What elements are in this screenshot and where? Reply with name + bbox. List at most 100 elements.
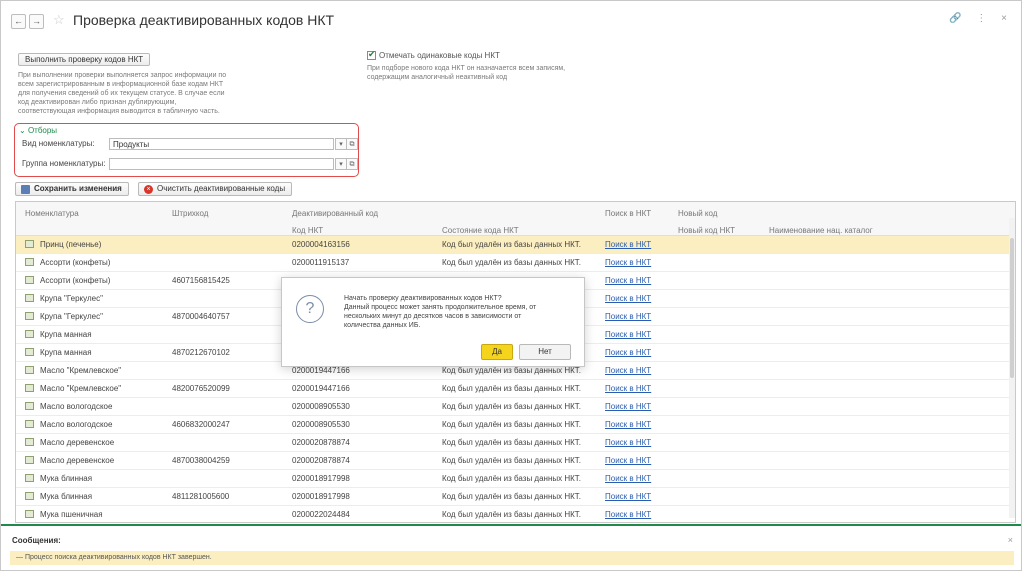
kind-input[interactable]: Продукты [109,138,334,150]
mark-same-checkbox[interactable]: ✔ [367,49,376,60]
cell-code: 0200020878874 [292,456,350,465]
dialog-line: Данный процесс может занять продолжитель… [344,304,537,311]
cell-name: Крупа манная [40,348,92,357]
page-title: Проверка деактивированных кодов НКТ [73,12,335,28]
cell-name: Мука блинная [40,492,93,501]
col-new[interactable]: Новый код [678,209,717,218]
search-link[interactable]: Поиск в НКТ [605,420,651,429]
cell-name: Мука блинная [40,474,93,483]
search-link[interactable]: Поиск в НКТ [605,330,651,339]
group-input[interactable] [109,158,334,170]
cell-name: Ассорти (конфеты) [40,258,111,267]
search-link[interactable]: Поиск в НКТ [605,258,651,267]
item-icon [25,366,34,374]
search-link[interactable]: Поиск в НКТ [605,240,651,249]
item-icon [25,294,34,302]
item-icon [25,510,34,518]
favorite-star-icon[interactable]: ☆ [53,12,65,28]
save-icon [21,185,30,194]
kind-label: Вид номенклатуры: [22,139,95,148]
cell-name: Масло "Кремлевское" [40,366,122,375]
window-tools[interactable]: 🔗 ⋮ × [949,13,1013,24]
cell-code: 0200019447166 [292,384,350,393]
search-link[interactable]: Поиск в НКТ [605,312,651,321]
item-icon [25,420,34,428]
col-state[interactable]: Состояние кода НКТ [442,226,519,235]
filters-toggle[interactable]: ⌄ Отборы [19,126,57,135]
dialog-line: нескольких минут до десятков часов в зав… [344,313,522,320]
cell-code: 0200008905530 [292,402,350,411]
hint-line: всем зарегистрированным в информационной… [18,81,224,88]
dialog-line: количества данных ИБ. [344,322,421,329]
message-item[interactable]: — Процесс поиска деактивированных кодов … [10,551,1014,565]
cell-name: Масло деревенское [40,456,115,465]
yes-button[interactable]: Да [481,344,513,360]
table-row[interactable]: Масло деревенское 4870038004259 0200020878… [16,452,1015,470]
kind-open-icon[interactable]: ⧉ [346,138,358,150]
save-changes-button[interactable]: Сохранить изменения [15,182,129,196]
forward-button[interactable]: → [29,14,44,29]
search-link[interactable]: Поиск в НКТ [605,474,651,483]
cell-name: Крупа "Геркулес" [40,312,103,321]
title-bar: ← → ☆ Проверка деактивированных кодов НК… [1,1,1021,37]
search-link[interactable]: Поиск в НКТ [605,348,651,357]
no-button[interactable]: Нет [519,344,571,360]
cell-code: 0200018917998 [292,492,350,501]
cell-name: Масло "Кремлевское" [40,384,122,393]
table-row[interactable]: Масло "Кремлевское" 4820076520099 02000194… [16,380,1015,398]
item-icon [25,438,34,446]
cell-state: Код был удалён из базы данных НКТ. [442,258,581,267]
search-link[interactable]: Поиск в НКТ [605,276,651,285]
filters-title: Отборы [27,126,58,135]
clear-deactivated-button[interactable]: × Очистить деактивированные коды [138,182,293,196]
hint-line: содержащим аналогичный неактивный код [367,74,508,81]
table-row[interactable]: Мука блинная 0200018917998 Код был удалён … [16,470,1015,488]
question-icon: ? [296,295,324,323]
search-link[interactable]: Поиск в НКТ [605,384,651,393]
item-icon [25,492,34,500]
run-check-button[interactable]: Выполнить проверку кодов НКТ [18,53,151,66]
table-row[interactable]: Масло вологодское 0200008905530 Код был уд… [16,398,1015,416]
search-link[interactable]: Поиск в НКТ [605,492,651,501]
table-row[interactable]: Принц (печенье) 0200004163156 Код был удал… [16,236,1015,254]
search-link[interactable]: Поиск в НКТ [605,402,651,411]
col-barcode[interactable]: Штрихкод [172,209,208,218]
search-link[interactable]: Поиск в НКТ [605,438,651,447]
scrollbar-thumb[interactable] [1010,238,1014,378]
table-scrollbar[interactable] [1009,218,1015,518]
group-label: Группа номенклатуры: [22,159,106,168]
item-icon [25,330,34,338]
table-row[interactable]: Масло вологодское 4606832000247 0200008905… [16,416,1015,434]
cell-barcode: 4870038004259 [172,456,230,465]
item-icon [25,456,34,464]
col-search[interactable]: Поиск в НКТ [605,209,651,218]
cell-name: Мука пшеничная [40,510,103,519]
clear-label: Очистить деактивированные коды [157,184,286,193]
col-catalog-name[interactable]: Наименование нац. каталог [769,226,873,235]
col-deactivated[interactable]: Деактивированный код [292,209,378,218]
table-row[interactable]: Мука пшеничная 0200022024484 Код был удалё… [16,506,1015,522]
col-code[interactable]: Код НКТ [292,226,323,235]
group-open-icon[interactable]: ⧉ [346,158,358,170]
col-new-code[interactable]: Новый код НКТ [678,226,735,235]
table-row[interactable]: Ассорти (конфеты) 0200011915137 Код был уд… [16,254,1015,272]
col-nomenclature[interactable]: Номенклатура [25,209,79,218]
cell-state: Код был удалён из базы данных НКТ. [442,420,581,429]
cell-code: 0200022024484 [292,510,350,519]
close-icon[interactable]: × [1008,535,1013,545]
cell-barcode: 4606832000247 [172,420,230,429]
back-button[interactable]: ← [11,14,26,29]
search-link[interactable]: Поиск в НКТ [605,510,651,519]
cell-barcode: 4870212670102 [172,348,230,357]
cell-name: Масло вологодское [40,420,113,429]
search-link[interactable]: Поиск в НКТ [605,366,651,375]
cell-code: 0200008905530 [292,420,350,429]
save-label: Сохранить изменения [34,184,122,193]
table-row[interactable]: Масло деревенское 0200020878874 Код был уд… [16,434,1015,452]
cell-state: Код был удалён из базы данных НКТ. [442,456,581,465]
table-row[interactable]: Мука блинная 4811281005600 0200018917998 Ко… [16,488,1015,506]
chevron-down-icon: ⌄ [19,126,26,135]
search-link[interactable]: Поиск в НКТ [605,294,651,303]
mark-same-label[interactable]: Отмечать одинаковые коды НКТ [379,51,500,60]
search-link[interactable]: Поиск в НКТ [605,456,651,465]
